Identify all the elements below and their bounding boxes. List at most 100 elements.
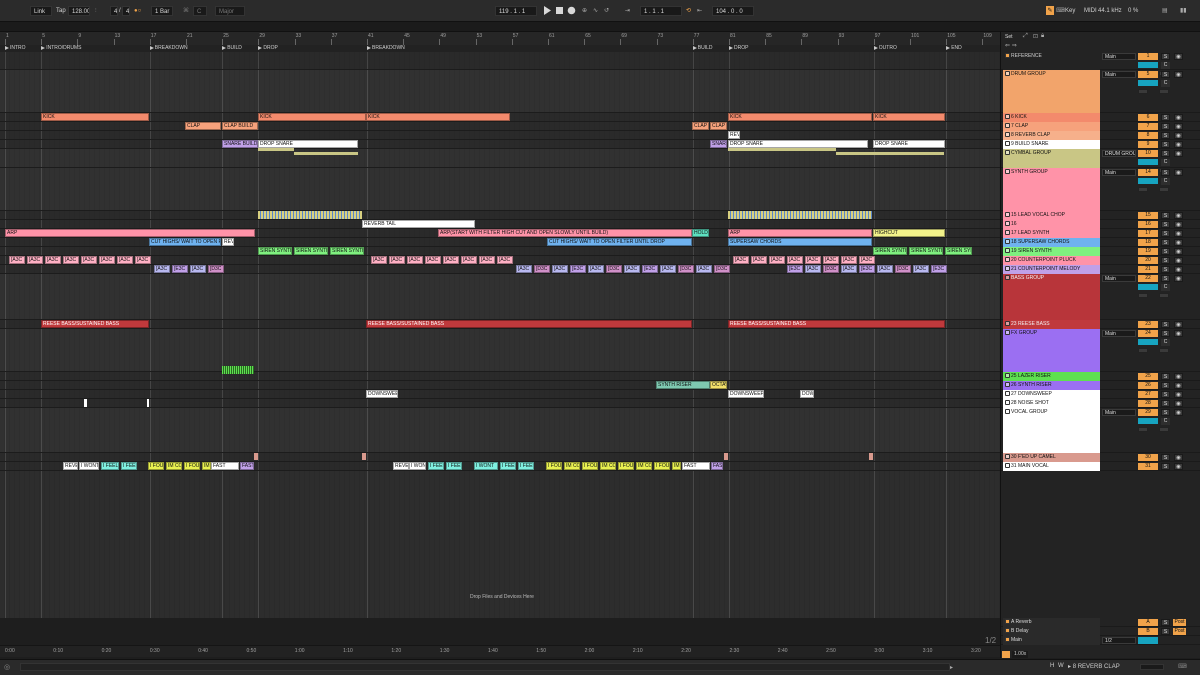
track-number[interactable]: 18	[1138, 239, 1158, 246]
arm-button[interactable]: ◉	[1174, 71, 1183, 78]
clip[interactable]: KICK	[258, 113, 366, 121]
track-name[interactable]: SYNTH GROUP	[1003, 168, 1100, 211]
clip[interactable]: CUT HIGHS/ WAIT TO OPEN FILTER UNTIL DRO…	[547, 238, 692, 246]
track-activator-icon[interactable]	[1005, 628, 1010, 633]
arrangement-position[interactable]: 119 . 1 . 1	[495, 6, 537, 16]
overview-icon[interactable]: ▤	[1162, 6, 1168, 16]
clip[interactable]: SIREN SYNTH	[258, 247, 292, 255]
lazer-riser-clip[interactable]	[222, 366, 254, 374]
track-header[interactable]: 17 LEAD SYNTH 17 S ◉	[1001, 229, 1200, 238]
clip[interactable]: I FEEL	[500, 462, 516, 470]
track-activator-icon[interactable]	[1005, 321, 1010, 326]
clip[interactable]: REESE BASS/SUSTAINED BASS	[366, 320, 692, 328]
return-track-header[interactable]: B Delay B S Post	[1001, 627, 1200, 636]
automation-arm-icon[interactable]: ∿	[593, 6, 598, 16]
clip[interactable]: [E3C	[859, 265, 875, 273]
arm-button[interactable]: ◉	[1174, 114, 1183, 121]
track-name[interactable]: 23 REESE BASS	[1003, 320, 1100, 329]
clip[interactable]: [A3C	[154, 265, 170, 273]
return-letter[interactable]: B	[1138, 628, 1158, 635]
clip[interactable]: FAST	[682, 462, 710, 470]
return-letter[interactable]	[1138, 637, 1158, 644]
tap-button[interactable]: Tap	[56, 6, 66, 16]
track-name[interactable]: 25 LAZER RISER	[1003, 372, 1100, 381]
group-lane[interactable]	[0, 168, 1000, 211]
solo-button[interactable]: S	[1161, 221, 1170, 228]
clip[interactable]: I WONT	[409, 462, 426, 470]
noise-shot-clip[interactable]	[147, 399, 149, 407]
clip[interactable]: [E3C	[931, 265, 947, 273]
clip[interactable]: IM CO	[636, 462, 652, 470]
track-activator-icon[interactable]	[1005, 463, 1010, 468]
track-name[interactable]: 6 KICK	[1003, 113, 1100, 122]
track-activator-icon[interactable]	[1005, 391, 1010, 396]
track-name[interactable]: FX GROUP	[1003, 329, 1100, 372]
track-lane[interactable]	[0, 399, 1000, 408]
locator-marker[interactable]: DROP	[729, 45, 748, 52]
clip[interactable]: IM	[202, 462, 211, 470]
clip[interactable]: SUPERSAW CHORDS	[728, 238, 872, 246]
track-number[interactable]: 7	[1138, 123, 1158, 130]
metronome-icon[interactable]: ●○	[134, 6, 141, 16]
clip[interactable]: IM CO	[166, 462, 182, 470]
arm-button[interactable]: ◉	[1174, 141, 1183, 148]
key-map-button[interactable]: Key	[1065, 6, 1075, 16]
track-number[interactable]: 27	[1138, 391, 1158, 398]
solo-button[interactable]: S	[1161, 123, 1170, 130]
clip[interactable]: CLAP	[692, 122, 709, 130]
locator-marker[interactable]: BUILD	[692, 45, 713, 52]
beat-time-ruler[interactable]: 1 5 9 13 17 21 25 29 33 37 41 45 49 53 57 61 65 69 73 77 81 8…	[0, 32, 1000, 46]
arm-button[interactable]: ◉	[1174, 373, 1183, 380]
stop-icon[interactable]	[555, 6, 564, 15]
track-activator-icon[interactable]	[1005, 637, 1010, 642]
track-activator-icon[interactable]	[1005, 382, 1010, 387]
clip[interactable]: HIGHCUT	[873, 229, 945, 237]
track-number[interactable]: 30	[1138, 454, 1158, 461]
track-number[interactable]: 17	[1138, 230, 1158, 237]
clip[interactable]: REVE	[63, 462, 78, 470]
post-button[interactable]: Post	[1173, 628, 1186, 635]
arm-button[interactable]: ◉	[1174, 230, 1183, 237]
computer-keyboard-icon[interactable]: ⌨	[1056, 6, 1065, 16]
clip[interactable]: [A3C	[407, 256, 423, 264]
clip[interactable]: I FOUN	[148, 462, 164, 470]
solo-button[interactable]: S	[1161, 248, 1170, 255]
track-number[interactable]: 21	[1138, 266, 1158, 273]
clip[interactable]: I WONT F	[79, 462, 99, 470]
clip[interactable]: [D3C	[606, 265, 622, 273]
track-number[interactable]: 25	[1138, 373, 1158, 380]
cymbal-clip[interactable]	[258, 148, 294, 151]
clip-button[interactable]: C	[1161, 80, 1170, 87]
track-header[interactable]: 6 KICK 6 S ◉	[1001, 113, 1200, 122]
clip[interactable]: REVE	[393, 462, 409, 470]
track-name[interactable]: 15 LEAD VOCAL CHOP	[1003, 211, 1100, 220]
link-button[interactable]: Link	[30, 6, 52, 16]
arm-button[interactable]: ◉	[1174, 123, 1183, 130]
clip[interactable]: [A3C	[81, 256, 97, 264]
volume-meter[interactable]	[1138, 159, 1158, 165]
track-header[interactable]: 28 NOISE SHOT 28 S ◉	[1001, 399, 1200, 408]
clip[interactable]: [D3C	[714, 265, 730, 273]
track-header[interactable]: 27 DOWNSWEEP 27 S ◉	[1001, 390, 1200, 399]
track-number[interactable]: 19	[1138, 248, 1158, 255]
clip[interactable]: OCTAV	[710, 381, 727, 389]
track-name[interactable]: 18 SUPERSAW CHORDS	[1003, 238, 1100, 247]
track-number[interactable]: 20	[1138, 257, 1158, 264]
track-number[interactable]: 15	[1138, 212, 1158, 219]
clip[interactable]: [A3C	[117, 256, 133, 264]
output-routing-select[interactable]: Main	[1102, 330, 1136, 337]
track-name[interactable]: CYMBAL GROUP	[1003, 149, 1100, 168]
send-control[interactable]	[1159, 348, 1169, 353]
track-number[interactable]: 24	[1138, 330, 1158, 337]
clip[interactable]: [A3C	[787, 256, 803, 264]
solo-button[interactable]: S	[1161, 212, 1170, 219]
solo-button[interactable]: S	[1161, 330, 1170, 337]
clip[interactable]: [A3C	[877, 265, 893, 273]
arm-button[interactable]: ◉	[1174, 454, 1183, 461]
solo-button[interactable]: S	[1161, 454, 1170, 461]
clip[interactable]: DROP SNARE	[728, 140, 868, 148]
main-output-select[interactable]: 1/2	[1102, 637, 1136, 644]
track-number[interactable]: 6	[1138, 114, 1158, 121]
clip-button[interactable]: C	[1161, 339, 1170, 346]
track-activator-icon[interactable]	[1005, 454, 1010, 459]
